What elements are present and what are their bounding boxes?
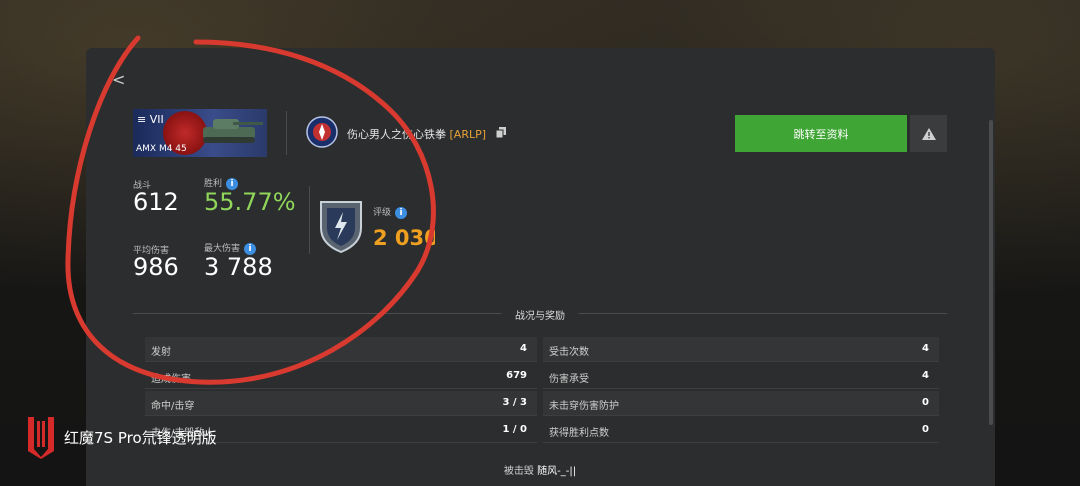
tank-icon — [203, 119, 263, 143]
clan-emblem-icon — [306, 116, 338, 148]
go-to-profile-button[interactable]: 跳转至资料 — [735, 115, 907, 152]
table-row: 命中/击穿 3 / 3 — [145, 391, 537, 416]
tank-name: AMX M4 45 — [136, 144, 187, 154]
red-magic-logo-icon — [28, 417, 54, 459]
copy-icon[interactable] — [496, 127, 506, 138]
tank-card: ≡ VII AMX M4 45 — [133, 109, 267, 157]
killed-by: 被击毁 随风-_-|| — [503, 466, 577, 477]
device-watermark: 红魔7S Pro氘锋透明版 — [26, 415, 217, 459]
table-row: 发射 4 — [145, 337, 537, 362]
avg-damage-value: 986 — [133, 253, 179, 281]
win-value: 55.77% — [204, 188, 296, 216]
player-name: 伤心男人之伤心铁拳 [ARLP] — [347, 128, 487, 141]
info-icon[interactable]: i — [395, 206, 408, 219]
table-row: 造成伤害 679 — [145, 364, 537, 389]
table-row: 伤害承受 4 — [543, 364, 939, 389]
rating-value: 2 030 — [373, 226, 435, 250]
divider — [286, 111, 287, 155]
divider — [309, 186, 310, 254]
table-row: 受击次数 4 — [543, 337, 939, 362]
scrollbar[interactable] — [989, 120, 993, 425]
warning-icon — [921, 127, 936, 140]
clan-tag: [ARLP] — [449, 128, 487, 141]
section-title: 战况与奖励 — [133, 307, 947, 322]
table-row: 未击穿伤害防护 0 — [543, 391, 939, 416]
table-row: 获得胜利点数 0 — [543, 418, 939, 443]
rating-label: 评级 i — [373, 205, 408, 219]
rating-shield-icon — [320, 201, 362, 254]
back-button[interactable]: < — [112, 70, 125, 89]
killer-name[interactable]: 随风-_-|| — [537, 466, 576, 477]
tank-tier: ≡ VII — [137, 113, 164, 126]
battles-value: 612 — [133, 188, 179, 216]
max-damage-value: 3 788 — [204, 253, 273, 281]
report-button[interactable] — [910, 115, 947, 152]
